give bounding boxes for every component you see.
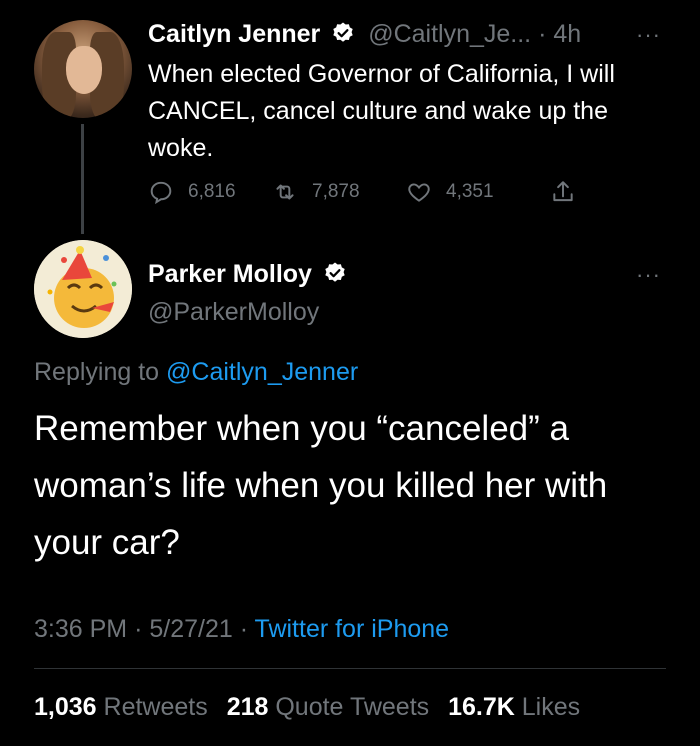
- replying-to-label: Replying to: [34, 358, 160, 386]
- share-icon: [553, 181, 573, 202]
- parker-molloy-avatar[interactable]: [34, 240, 132, 338]
- caitlyn-jenner-avatar[interactable]: [34, 20, 132, 118]
- main-author-handle[interactable]: @ParkerMolloy: [148, 296, 319, 328]
- tweet-meta: 3:36 PM · 5/27/21 · Twitter for iPhone: [34, 612, 449, 646]
- like-count: 4,351: [446, 181, 494, 202]
- meta-separator: ·: [134, 615, 143, 643]
- heart-icon: [408, 183, 430, 202]
- main-more-icon[interactable]: ···: [636, 262, 661, 288]
- party-face-emoji-icon: [34, 240, 132, 338]
- parent-tweet-header: Caitlyn Jenner @Caitlyn_Je... · 4h: [148, 18, 581, 50]
- retweets-label: Retweets: [103, 693, 208, 721]
- meta-separator: ·: [239, 615, 249, 643]
- verified-badge-icon: [325, 262, 345, 282]
- tweet-source-link[interactable]: Twitter for iPhone: [255, 615, 450, 643]
- retweet-count: 7,878: [312, 181, 360, 202]
- reply-icon: [150, 181, 172, 205]
- main-tweet-header: Parker Molloy: [148, 258, 347, 290]
- parent-tweet-text: When elected Governor of California, I w…: [148, 60, 615, 162]
- reply-button[interactable]: 6,816: [148, 172, 236, 212]
- reply-count: 6,816: [188, 181, 236, 202]
- parent-tweet-actions: 6,816 7,878 4,351: [148, 172, 618, 212]
- parent-more-icon[interactable]: ···: [636, 22, 661, 48]
- main-author-name[interactable]: Parker Molloy: [148, 260, 312, 288]
- main-tweet-text: Remember when you “canceled” a woman’s l…: [34, 409, 608, 562]
- tweet-date[interactable]: 5/27/21: [149, 615, 232, 643]
- quote-tweets-stat[interactable]: 218 Quote Tweets: [227, 693, 436, 721]
- retweets-count: 1,036: [34, 693, 97, 721]
- likes-count: 16.7K: [448, 693, 515, 721]
- parent-tweet-time[interactable]: · 4h: [538, 20, 581, 48]
- replying-to-link[interactable]: @Caitlyn_Jenner: [166, 358, 358, 386]
- quote-tweets-count: 218: [226, 693, 269, 721]
- verified-badge-icon: [333, 22, 353, 42]
- likes-stat[interactable]: 16.7K Likes: [448, 693, 580, 721]
- tweet-time[interactable]: 3:36 PM: [34, 615, 127, 643]
- stats-divider: [34, 668, 666, 669]
- replying-to-line: Replying to @Caitlyn_Jenner: [34, 355, 358, 389]
- like-button[interactable]: 4,351: [406, 172, 494, 212]
- quote-tweets-label: Quote Tweets: [275, 693, 430, 721]
- retweet-button[interactable]: 7,878: [272, 172, 360, 212]
- likes-label: Likes: [521, 693, 581, 721]
- parent-author-name[interactable]: Caitlyn Jenner: [148, 20, 320, 48]
- share-button[interactable]: [550, 172, 590, 212]
- thread-connector-line: [81, 124, 84, 234]
- retweets-stat[interactable]: 1,036 Retweets: [34, 693, 215, 721]
- tweet-stats: 1,036 Retweets 218 Quote Tweets 16.7K Li…: [34, 690, 592, 724]
- retweet-icon: [276, 184, 294, 200]
- parent-author-handle[interactable]: @Caitlyn_Je...: [368, 20, 531, 48]
